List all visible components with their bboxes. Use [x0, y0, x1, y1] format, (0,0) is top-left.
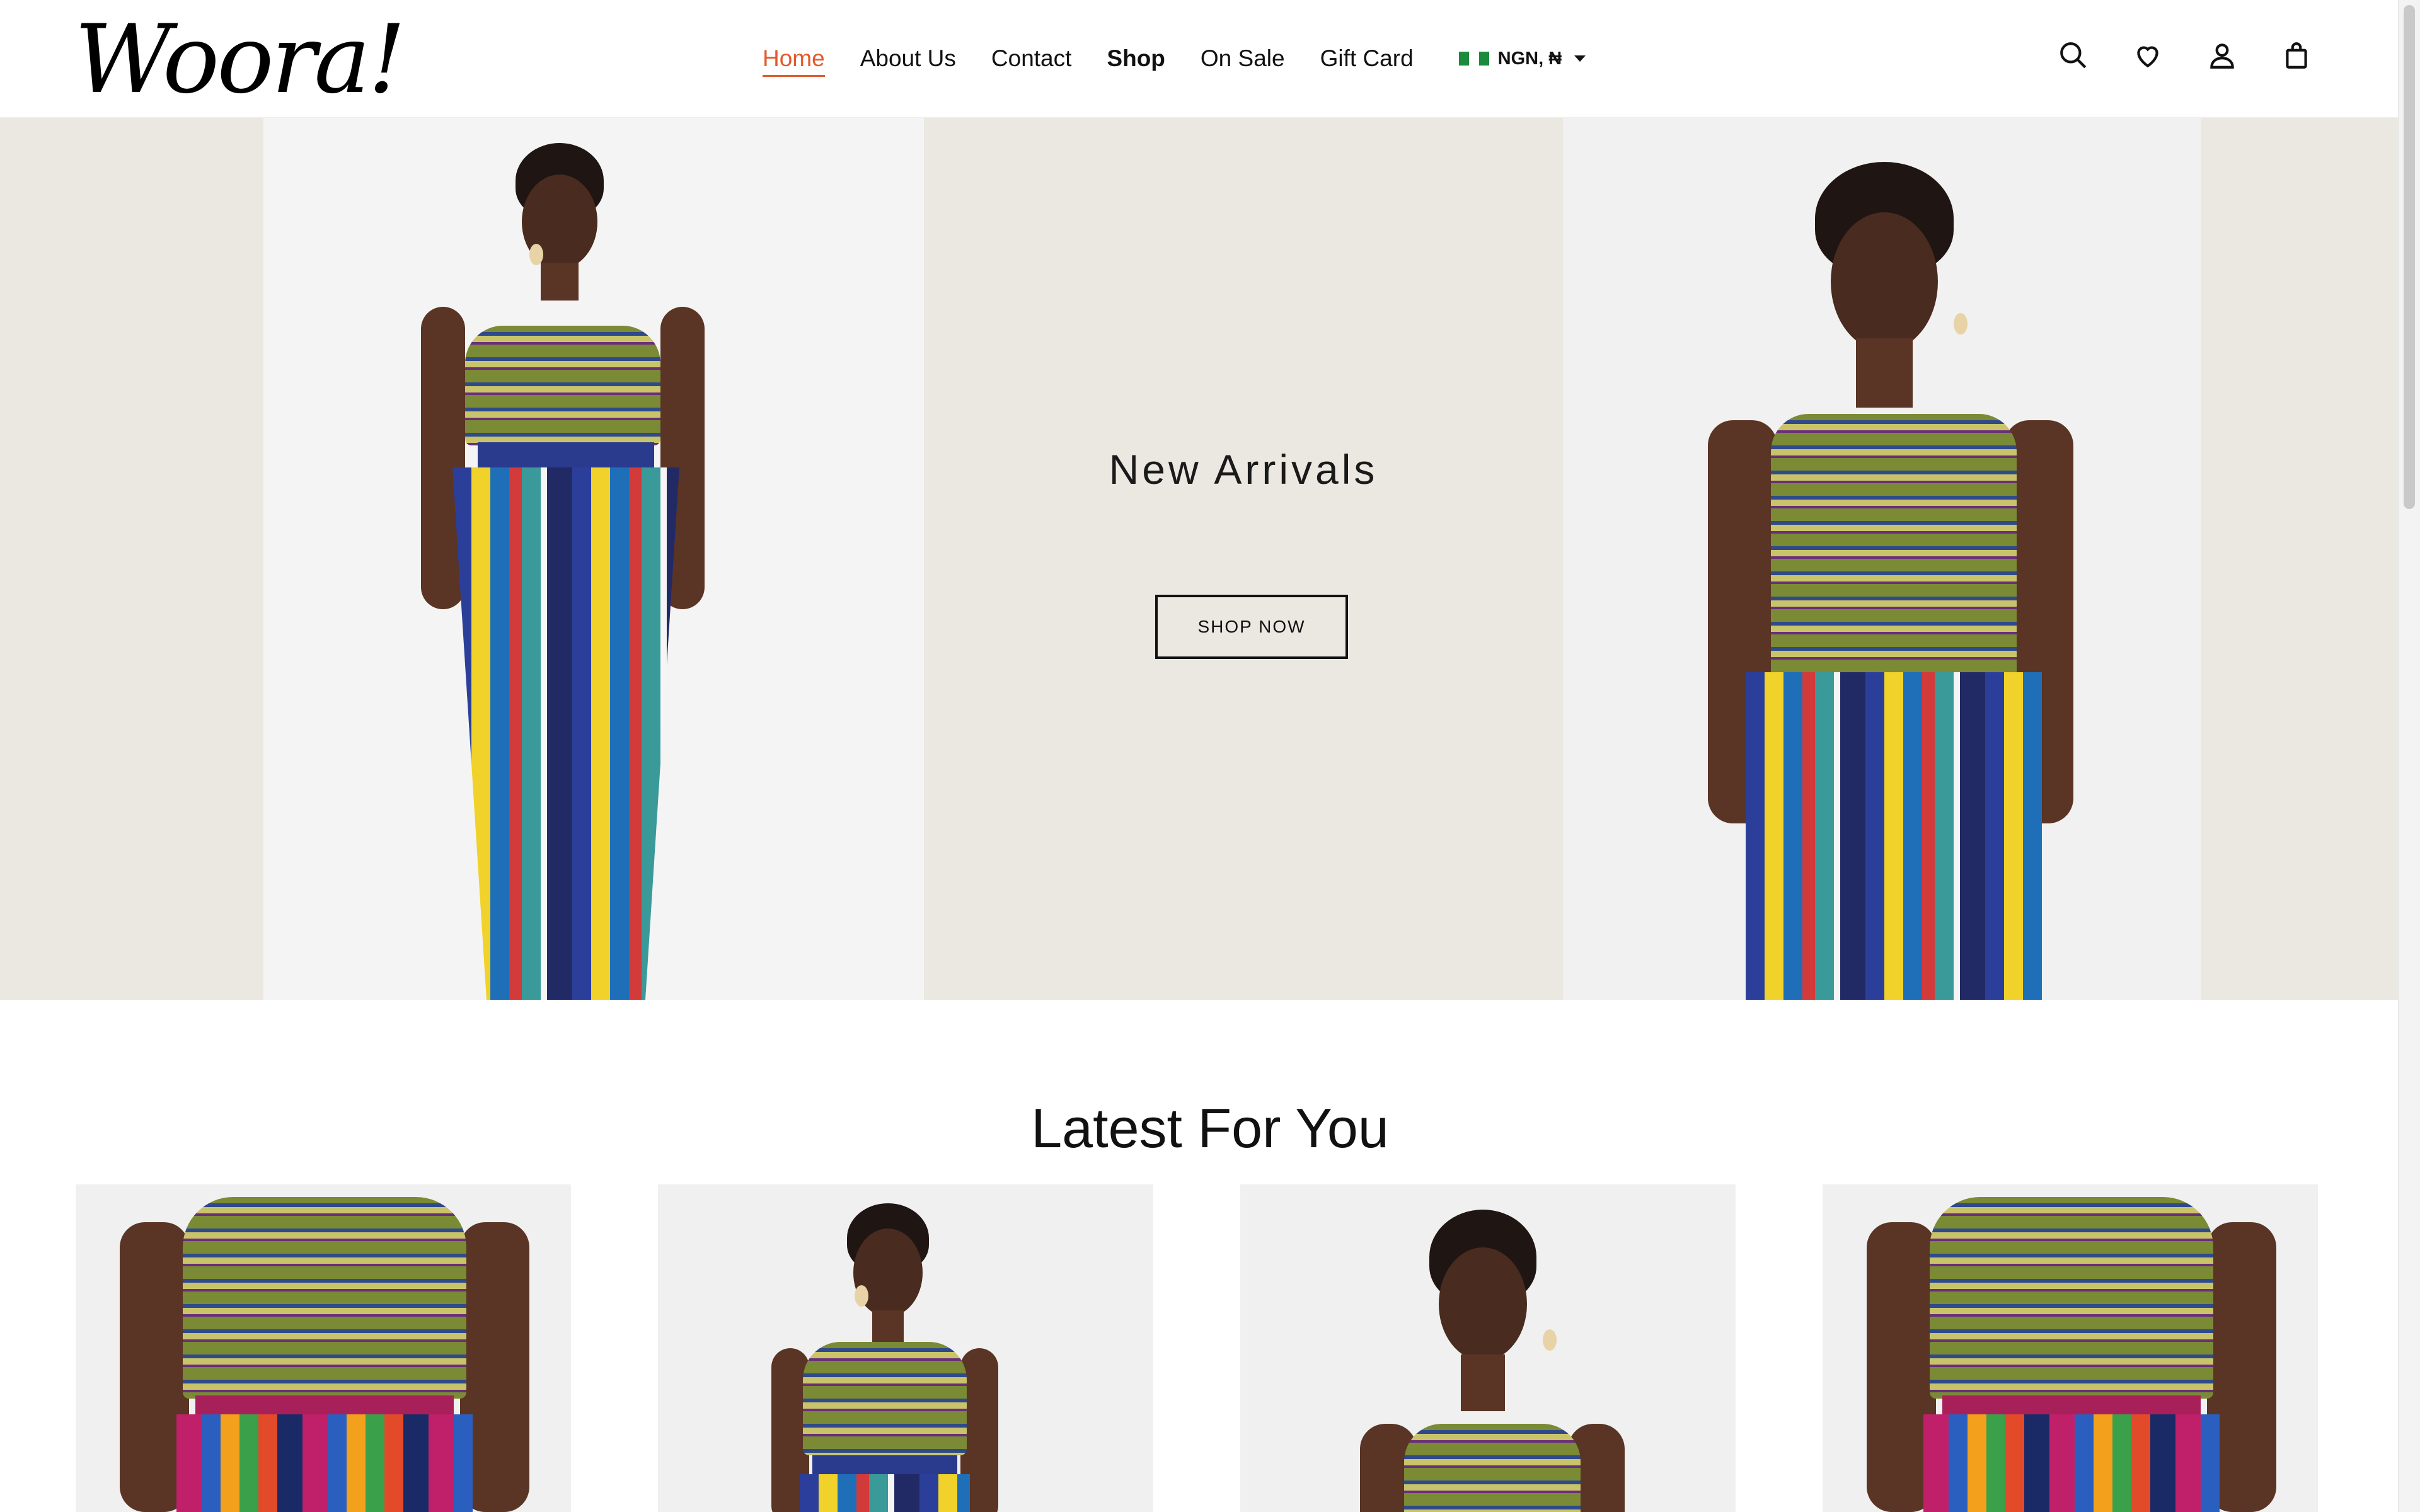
site-header: Woora! Home About Us Contact Shop On Sal…	[0, 0, 2399, 118]
hero-image-left	[263, 118, 924, 1000]
nigeria-flag-icon	[1458, 52, 1489, 66]
shop-now-button[interactable]: SHOP NOW	[1155, 595, 1348, 659]
page-scrollbar[interactable]	[2398, 0, 2420, 1512]
header-icons	[2056, 35, 2314, 76]
nav-gift-card[interactable]: Gift Card	[1320, 45, 1414, 72]
currency-label: NGN, ₦	[1497, 48, 1562, 69]
product-card[interactable]	[658, 1184, 1153, 1512]
scrollbar-thumb[interactable]	[2404, 5, 2415, 509]
caret-down-icon	[1574, 55, 1586, 62]
product-card[interactable]	[76, 1184, 571, 1512]
product-grid	[76, 1184, 2318, 1512]
product-card[interactable]	[1823, 1184, 2318, 1512]
model-illustration	[263, 118, 924, 1000]
product-card[interactable]	[1240, 1184, 1736, 1512]
search-icon[interactable]	[2056, 35, 2091, 76]
nav-contact[interactable]: Contact	[991, 45, 1072, 72]
currency-selector[interactable]: NGN, ₦	[1458, 48, 1586, 69]
hero-image-right	[1563, 118, 2201, 1000]
main-nav: Home About Us Contact Shop On Sale Gift …	[763, 0, 1586, 117]
bag-icon[interactable]	[2279, 35, 2314, 76]
account-icon[interactable]	[2204, 35, 2240, 76]
model-illustration	[1563, 118, 2201, 1000]
hero-banner: New Arrivals SHOP NOW	[0, 118, 2399, 1000]
nav-shop[interactable]: Shop	[1107, 45, 1165, 72]
hero-title: New Arrivals	[1109, 446, 1378, 493]
nav-about-us[interactable]: About Us	[860, 45, 956, 72]
brand-logo[interactable]: Woora!	[74, 13, 406, 107]
nav-on-sale[interactable]: On Sale	[1201, 45, 1285, 72]
nav-home[interactable]: Home	[763, 45, 825, 77]
section-title: Latest For You	[1031, 1097, 1389, 1159]
heart-icon[interactable]	[2130, 35, 2165, 76]
